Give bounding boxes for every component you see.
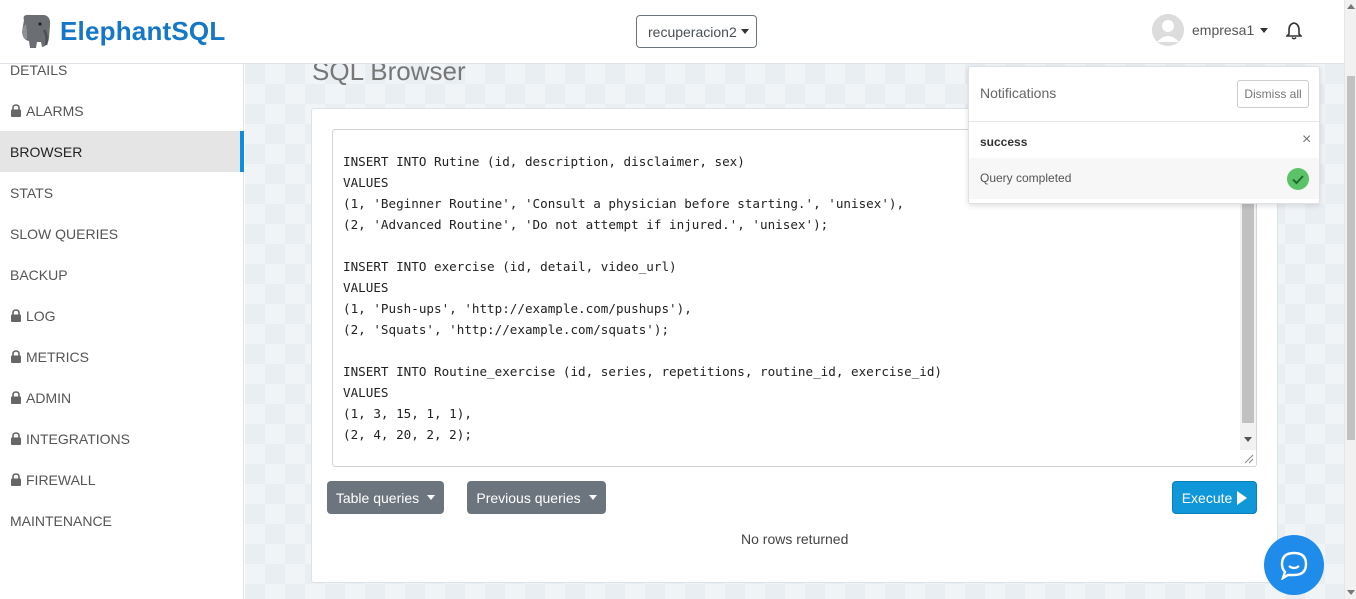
scroll-up-arrow-icon[interactable]: [1347, 4, 1355, 9]
brand-name: ElephantSQL: [60, 15, 226, 46]
button-label: Execute: [1181, 489, 1233, 506]
sidebar-item-label: ALARMS: [26, 102, 84, 119]
sidebar-item-label: SLOW QUERIES: [10, 225, 119, 242]
sidebar-item-metrics[interactable]: METRICS: [0, 336, 244, 377]
sidebar-item-label: INTEGRATIONS: [26, 430, 130, 447]
code-line: VALUES: [343, 280, 389, 295]
lock-icon: [11, 309, 21, 322]
dismiss-all-button[interactable]: Dismiss all: [1237, 80, 1309, 108]
notification-item: Query completed: [969, 158, 1319, 199]
elephant-logo-icon: [22, 14, 51, 48]
sidebar-item-label: METRICS: [26, 348, 89, 365]
sidebar-item-backup[interactable]: BACKUP: [0, 254, 244, 295]
code-line: (2, 4, 20, 2, 2);: [343, 427, 472, 442]
divider: [969, 121, 1319, 122]
execute-button[interactable]: Execute: [1172, 481, 1257, 514]
code-line: (2, 'Advanced Routine', 'Do not attempt …: [343, 217, 829, 232]
sidebar-item-browser[interactable]: BROWSER: [0, 131, 244, 172]
check-icon: [1287, 168, 1309, 190]
code-line: VALUES: [343, 385, 389, 400]
button-label: Table queries: [335, 489, 420, 506]
sidebar-item-label: FIREWALL: [26, 471, 96, 488]
code-line: (2, 'Squats', 'http://example.com/squats…: [343, 322, 670, 337]
sidebar-item-firewall[interactable]: FIREWALL: [0, 459, 244, 500]
resize-handle-icon[interactable]: [1242, 452, 1254, 464]
bell-icon[interactable]: [1286, 22, 1302, 40]
scroll-down-arrow-icon[interactable]: [1244, 437, 1252, 442]
notification-message: Query completed: [980, 171, 1072, 185]
code-line: (1, 3, 15, 1, 1),: [343, 406, 472, 421]
close-icon[interactable]: ×: [1302, 131, 1311, 149]
sidebar-item-label: ADMIN: [26, 389, 72, 406]
lock-icon: [11, 432, 21, 445]
chevron-down-icon: [588, 495, 597, 500]
code-line: INSERT INTO exercise (id, detail, video_…: [343, 259, 677, 274]
user-name: empresa1: [1192, 22, 1255, 38]
sidebar-item-label: BACKUP: [10, 266, 68, 283]
scrollbar-thumb[interactable]: [1347, 76, 1355, 440]
brand-logo[interactable]: ElephantSQL: [18, 12, 225, 50]
previous-queries-button[interactable]: Previous queries: [467, 481, 606, 514]
notifications-title: Notifications: [980, 85, 1057, 101]
table-queries-button[interactable]: Table queries: [327, 481, 444, 514]
lock-icon: [11, 350, 21, 363]
lock-icon: [11, 391, 21, 404]
scroll-down-arrow-icon[interactable]: [1347, 590, 1355, 595]
instance-select[interactable]: recuperacion2: [636, 15, 757, 48]
sidebar-nav: DETAILS ALARMS BROWSER STATS SLOW QUERIE…: [0, 62, 244, 599]
sidebar-item-stats[interactable]: STATS: [0, 172, 244, 213]
sidebar-item-alarms[interactable]: ALARMS: [0, 90, 244, 131]
sidebar-item-slow-queries[interactable]: SLOW QUERIES: [0, 213, 244, 254]
lock-icon: [11, 104, 21, 117]
notification-type: success: [980, 135, 1028, 149]
page-scrollbar[interactable]: [1344, 0, 1356, 599]
user-avatar-icon: [1152, 14, 1184, 46]
sidebar-item-maintenance[interactable]: MAINTENANCE: [0, 500, 244, 541]
notifications-panel: Notifications Dismiss all success × Quer…: [968, 66, 1320, 204]
chat-button[interactable]: [1264, 535, 1324, 595]
sidebar-item-label: MAINTENANCE: [10, 512, 112, 529]
sidebar-item-label: STATS: [10, 184, 54, 201]
chevron-down-icon: [740, 29, 749, 34]
button-label: Previous queries: [476, 489, 581, 506]
sidebar-item-admin[interactable]: ADMIN: [0, 377, 244, 418]
play-icon: [1237, 490, 1248, 505]
result-status: No rows returned: [741, 531, 849, 547]
chevron-down-icon: [427, 495, 436, 500]
code-line: INSERT INTO Routine_exercise (id, series…: [343, 364, 942, 379]
lock-icon: [11, 473, 21, 486]
user-menu[interactable]: empresa1: [1152, 14, 1269, 46]
code-line: (1, 'Push-ups', 'http://example.com/push…: [343, 301, 692, 316]
sidebar-item-label: BROWSER: [10, 143, 83, 160]
chevron-down-icon: [1260, 27, 1269, 33]
sidebar-item-log[interactable]: LOG: [0, 295, 244, 336]
sidebar-item-label: LOG: [26, 307, 56, 324]
instance-name: recuperacion2: [648, 23, 737, 40]
chat-icon: [1280, 551, 1308, 580]
sidebar-item-integrations[interactable]: INTEGRATIONS: [0, 418, 244, 459]
top-bar: ElephantSQL recuperacion2 empresa1: [0, 0, 1344, 64]
